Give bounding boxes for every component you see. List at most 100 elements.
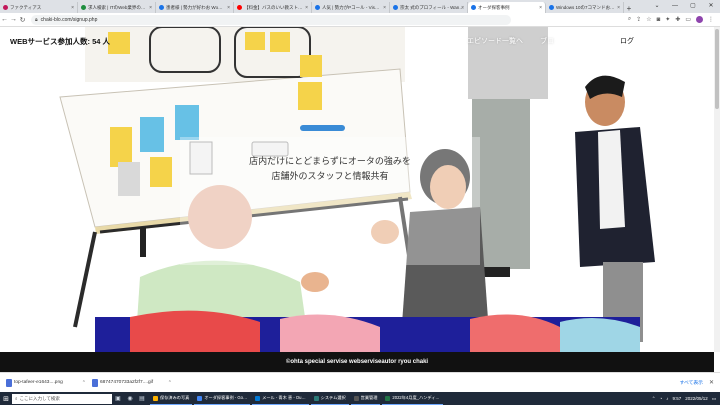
notification-icon[interactable]: ▭ — [712, 396, 716, 402]
close-icon[interactable]: × — [617, 5, 620, 11]
lock-icon[interactable]: 🔒︎ — [35, 17, 38, 23]
taskbar-app[interactable]: 営業管理 — [350, 393, 381, 405]
browser-tab[interactable]: 宗太 式のプロフィール - Wan… × — [390, 2, 468, 13]
show-all-downloads-button[interactable]: すべて表示 — [680, 379, 703, 386]
taskbar-app[interactable]: 2022年4月度_ハンディ… — [382, 393, 443, 405]
maximize-icon[interactable]: ▢ — [684, 0, 702, 13]
close-window-icon[interactable]: ✕ — [702, 0, 720, 13]
taskbar-app-label: 2022年4月度_ハンディ… — [392, 395, 440, 400]
tab-title: 求人検索 | ITのWeb業界の… — [88, 4, 146, 10]
taskbar-app-label: 営業管理 — [360, 395, 378, 400]
camera-icon[interactable]: ◙ — [657, 17, 661, 23]
taskbar-search-input[interactable]: ⌕ ここに入力して検索 — [12, 393, 112, 404]
browser-tab[interactable]: Windows 10の7コマンドお… × — [546, 2, 624, 13]
windows-start-icon[interactable]: ⊞ — [0, 395, 12, 403]
marker — [140, 227, 146, 257]
download-item[interactable]: 68747470733a2f2f7....gif ⌃ — [92, 378, 172, 387]
nav-blog-link[interactable]: ブロ — [540, 36, 554, 46]
clock-time[interactable]: 9:57 — [672, 396, 681, 401]
clock-date[interactable]: 2022/05/12 — [685, 396, 708, 401]
chevron-down-icon[interactable]: ⌄ — [648, 0, 666, 13]
tab-favicon-icon — [159, 5, 164, 10]
browser-tab[interactable]: 【料金】バスのいい教スト… × — [234, 2, 312, 13]
tab-title: 患者様 | 勢力が好わお Wo… — [166, 4, 223, 10]
back-icon[interactable]: ← — [0, 16, 9, 23]
marker — [300, 125, 345, 131]
nav-episodes-link[interactable]: エピソード一覧へ — [467, 36, 523, 46]
address-bar: ← → ↻ 🔒︎ chaki-blo.com/signup.php ⌕ ⇪ ☆ … — [0, 13, 720, 27]
chevron-up-icon[interactable]: ⌃ — [82, 380, 86, 386]
tab-favicon-icon — [3, 5, 8, 10]
reload-icon[interactable]: ↻ — [18, 16, 27, 24]
chrome-icon — [197, 395, 203, 401]
web-page: WEBサービス参加人数: 54 人 エピソード一覧へ ブロ ログ 店内だけにとど… — [0, 27, 714, 352]
taskbar-app[interactable]: オーダ探客事例 - Go… — [194, 393, 251, 405]
profile-avatar[interactable] — [696, 16, 703, 23]
window-icon[interactable]: ▭ — [685, 16, 691, 23]
close-icon[interactable]: × — [149, 5, 152, 11]
menu-icon[interactable]: ⋮ — [708, 16, 714, 23]
close-icon[interactable]: × — [71, 5, 74, 11]
taskbar-app[interactable]: 保存済みの写真 — [150, 393, 193, 405]
browser-tab[interactable]: 求人検索 | ITのWeb業界の… × — [78, 2, 156, 13]
windows-taskbar: ⊞ ⌕ ここに入力して検索 ▣ ◉ ▤ 保存済みの写真 オーダ探客事例 - Go… — [0, 392, 720, 405]
close-icon[interactable]: × — [383, 5, 386, 11]
forward-icon[interactable]: → — [9, 16, 18, 23]
taskbar-app-label: オーダ探客事例 - Go… — [204, 395, 248, 400]
taskbar-app[interactable]: メール - 青木 恵 - Ou… — [252, 393, 309, 405]
taskbar-search-placeholder: ここに入力して検索 — [19, 395, 60, 401]
sticky-note — [298, 82, 322, 110]
close-icon[interactable]: × — [227, 5, 230, 11]
tab-favicon-icon — [393, 5, 398, 10]
site-header: WEBサービス参加人数: 54 人 エピソード一覧へ ブロ ログ — [0, 27, 714, 55]
tab-title: ファクティアス — [10, 4, 42, 10]
crowd-shape — [130, 310, 260, 352]
tab-favicon-icon — [81, 5, 86, 10]
close-icon[interactable]: × — [461, 5, 464, 11]
close-icon[interactable]: × — [305, 5, 308, 11]
close-icon[interactable]: ✕ — [709, 379, 714, 386]
download-item[interactable]: top-tafeer-e1643....png ⌃ — [6, 378, 86, 387]
chrome-icon[interactable]: ◉ — [124, 395, 136, 402]
chevron-up-icon[interactable]: ⌃ — [168, 380, 172, 386]
tab-title: 【料金】バスのいい教スト… — [244, 4, 303, 10]
task-view-icon[interactable]: ▣ — [112, 395, 124, 402]
app-icon — [313, 395, 319, 401]
photos-icon — [153, 395, 158, 401]
tagline-line: 店舗外のスタッフと情報共有 — [271, 172, 389, 182]
system-tray: ⌃ ◔ ♪ 9:57 2022/05/12 ▭ — [652, 396, 716, 402]
sticky-note — [118, 162, 140, 196]
extension-icon[interactable]: ✦ — [665, 16, 670, 23]
nav-login-link[interactable]: ログ — [620, 36, 634, 46]
tab-title: 宗太 式のプロフィール - Wan… — [400, 4, 464, 10]
search-icon: ⌕ — [15, 396, 18, 401]
taskbar-app-label: システム選択 — [320, 395, 346, 400]
network-icon[interactable]: ◔ — [659, 396, 662, 401]
window-controls: ⌄ — ▢ ✕ — [648, 0, 720, 13]
volume-icon[interactable]: ♪ — [666, 396, 668, 401]
chevron-up-icon[interactable]: ⌃ — [652, 396, 656, 402]
excel-icon — [385, 395, 391, 401]
taskbar-app[interactable]: システム選択 — [310, 393, 349, 405]
puzzle-icon[interactable]: ✚ — [675, 16, 680, 23]
tagline-line: 店内だけにとどまらずにオータの強みを — [249, 157, 411, 167]
browser-tab[interactable]: 患者様 | 勢力が好わお Wo… × — [156, 2, 234, 13]
sticky-note — [300, 55, 322, 77]
folder-icon[interactable]: ▤ — [136, 395, 148, 402]
search-icon[interactable]: ⌕ — [628, 16, 631, 23]
url-input[interactable]: 🔒︎ chaki-blo.com/signup.php — [31, 14, 511, 25]
share-icon[interactable]: ⇪ — [636, 16, 641, 23]
tab-title: オーダ探客事例 — [478, 4, 510, 10]
page-scrollbar[interactable] — [714, 27, 720, 352]
browser-tab-active[interactable]: オーダ探客事例 × — [468, 2, 546, 13]
browser-tab[interactable]: ファクティアス × — [0, 2, 78, 13]
browser-tab[interactable]: 人気 | 勢力がPコール - Vis… × — [312, 2, 390, 13]
star-icon[interactable]: ☆ — [646, 16, 651, 23]
scrollbar-thumb[interactable] — [715, 29, 719, 109]
sticky-note — [110, 127, 132, 167]
close-icon[interactable]: × — [539, 5, 542, 11]
outlook-icon — [255, 395, 261, 401]
browser-tab-strip: ファクティアス × 求人検索 | ITのWeb業界の… × 患者様 | 勢力が好わお… — [0, 0, 720, 13]
new-tab-button[interactable]: + — [624, 4, 634, 13]
minimize-icon[interactable]: — — [666, 0, 684, 13]
